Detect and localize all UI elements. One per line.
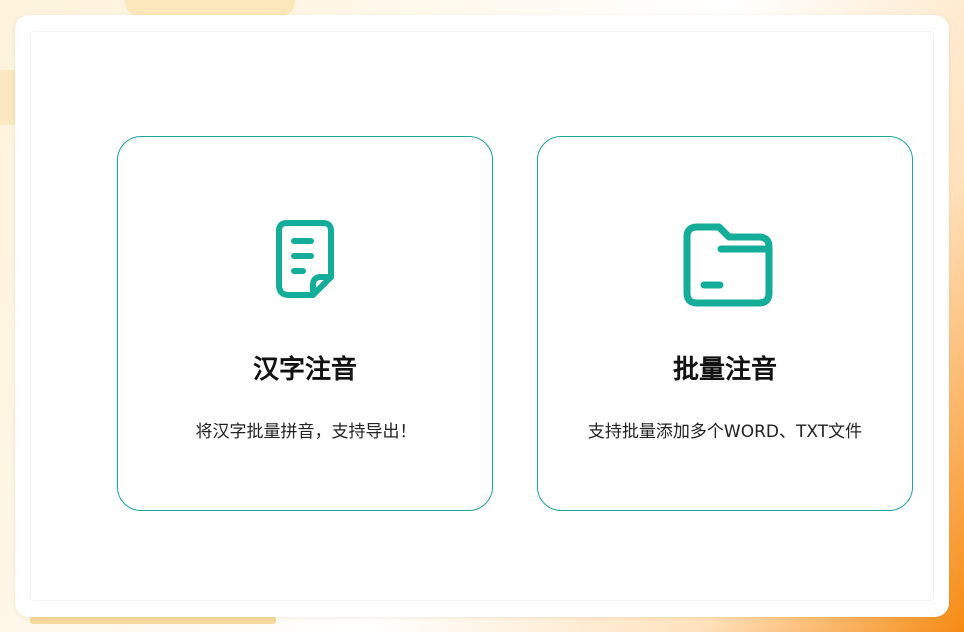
card-description: 支持批量添加多个WORD、TXT文件 [587, 422, 863, 442]
card-title: 汉字注音 [252, 355, 357, 385]
card-description: 将汉字批量拼音，支持导出！ [195, 422, 417, 442]
document-icon [253, 213, 357, 317]
panel-content-area: 汉字注音 将汉字批量拼音，支持导出！ 批量注音 支持批量添加多个WORD、TXT… [30, 31, 934, 601]
background-decoration-left [0, 70, 16, 125]
card-title: 批量注音 [672, 355, 777, 385]
batch-annotation-card[interactable]: 批量注音 支持批量添加多个WORD、TXT文件 [537, 136, 913, 511]
main-panel: 汉字注音 将汉字批量拼音，支持导出！ 批量注音 支持批量添加多个WORD、TXT… [15, 15, 949, 617]
background-decoration-bottom [30, 616, 276, 624]
folder-icon [673, 213, 777, 317]
hanzi-annotation-card[interactable]: 汉字注音 将汉字批量拼音，支持导出！ [117, 136, 493, 511]
background-decoration-top [125, 0, 295, 16]
